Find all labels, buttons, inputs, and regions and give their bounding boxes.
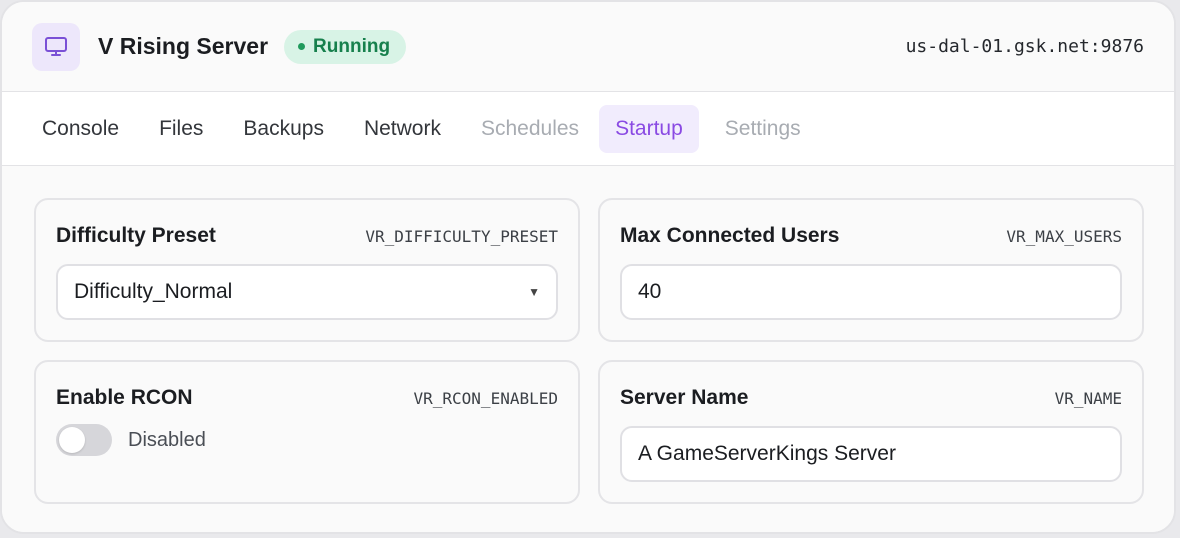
max-users-title: Max Connected Users xyxy=(620,224,840,247)
rcon-title: Enable RCON xyxy=(56,386,193,409)
tab-bar: Console Files Backups Network Schedules … xyxy=(2,92,1174,166)
max-users-variable: VR_MAX_USERS xyxy=(1006,227,1122,246)
server-name-card: Server Name VR_NAME A GameServerKings Se… xyxy=(598,360,1144,504)
tab-files[interactable]: Files xyxy=(139,105,217,153)
max-users-value: 40 xyxy=(638,280,662,303)
server-header: V Rising Server Running us-dal-01.gsk.ne… xyxy=(2,2,1174,92)
tab-startup[interactable]: Startup xyxy=(599,104,699,153)
difficulty-variable: VR_DIFFICULTY_PRESET xyxy=(365,227,558,246)
max-users-input[interactable]: 40 xyxy=(620,264,1122,320)
tab-schedules: Schedules xyxy=(480,116,580,140)
toggle-knob xyxy=(59,427,85,453)
rcon-state-label: Disabled xyxy=(128,428,206,451)
server-name-input[interactable]: A GameServerKings Server xyxy=(620,426,1122,482)
rcon-toggle[interactable] xyxy=(56,424,112,456)
chevron-down-icon: ▼ xyxy=(528,285,540,299)
server-panel: V Rising Server Running us-dal-01.gsk.ne… xyxy=(0,0,1176,534)
server-title: V Rising Server xyxy=(98,33,269,59)
rcon-card: Enable RCON VR_RCON_ENABLED Disabled xyxy=(34,360,580,504)
status-dot-icon xyxy=(298,43,306,50)
difficulty-card: Difficulty Preset VR_DIFFICULTY_PRESET D… xyxy=(34,198,580,342)
server-address: us-dal-01.gsk.net:9876 xyxy=(905,36,1144,57)
difficulty-select[interactable]: Difficulty_Normal ▼ xyxy=(56,264,558,320)
status-label: Running xyxy=(313,35,391,57)
tab-backups[interactable]: Backups xyxy=(223,105,338,153)
monitor-icon xyxy=(32,22,80,71)
startup-variables: Difficulty Preset VR_DIFFICULTY_PRESET D… xyxy=(2,166,1174,532)
difficulty-title: Difficulty Preset xyxy=(56,224,216,247)
tab-network[interactable]: Network xyxy=(344,105,455,153)
status-badge: Running xyxy=(284,29,407,64)
tab-settings: Settings xyxy=(724,116,801,140)
server-name-variable: VR_NAME xyxy=(1054,389,1122,408)
tab-console[interactable]: Console xyxy=(22,105,133,153)
difficulty-value: Difficulty_Normal xyxy=(74,280,233,303)
rcon-variable: VR_RCON_ENABLED xyxy=(413,389,559,408)
server-name-title: Server Name xyxy=(620,386,749,409)
max-users-card: Max Connected Users VR_MAX_USERS 40 xyxy=(598,198,1144,342)
server-name-value: A GameServerKings Server xyxy=(638,442,896,465)
